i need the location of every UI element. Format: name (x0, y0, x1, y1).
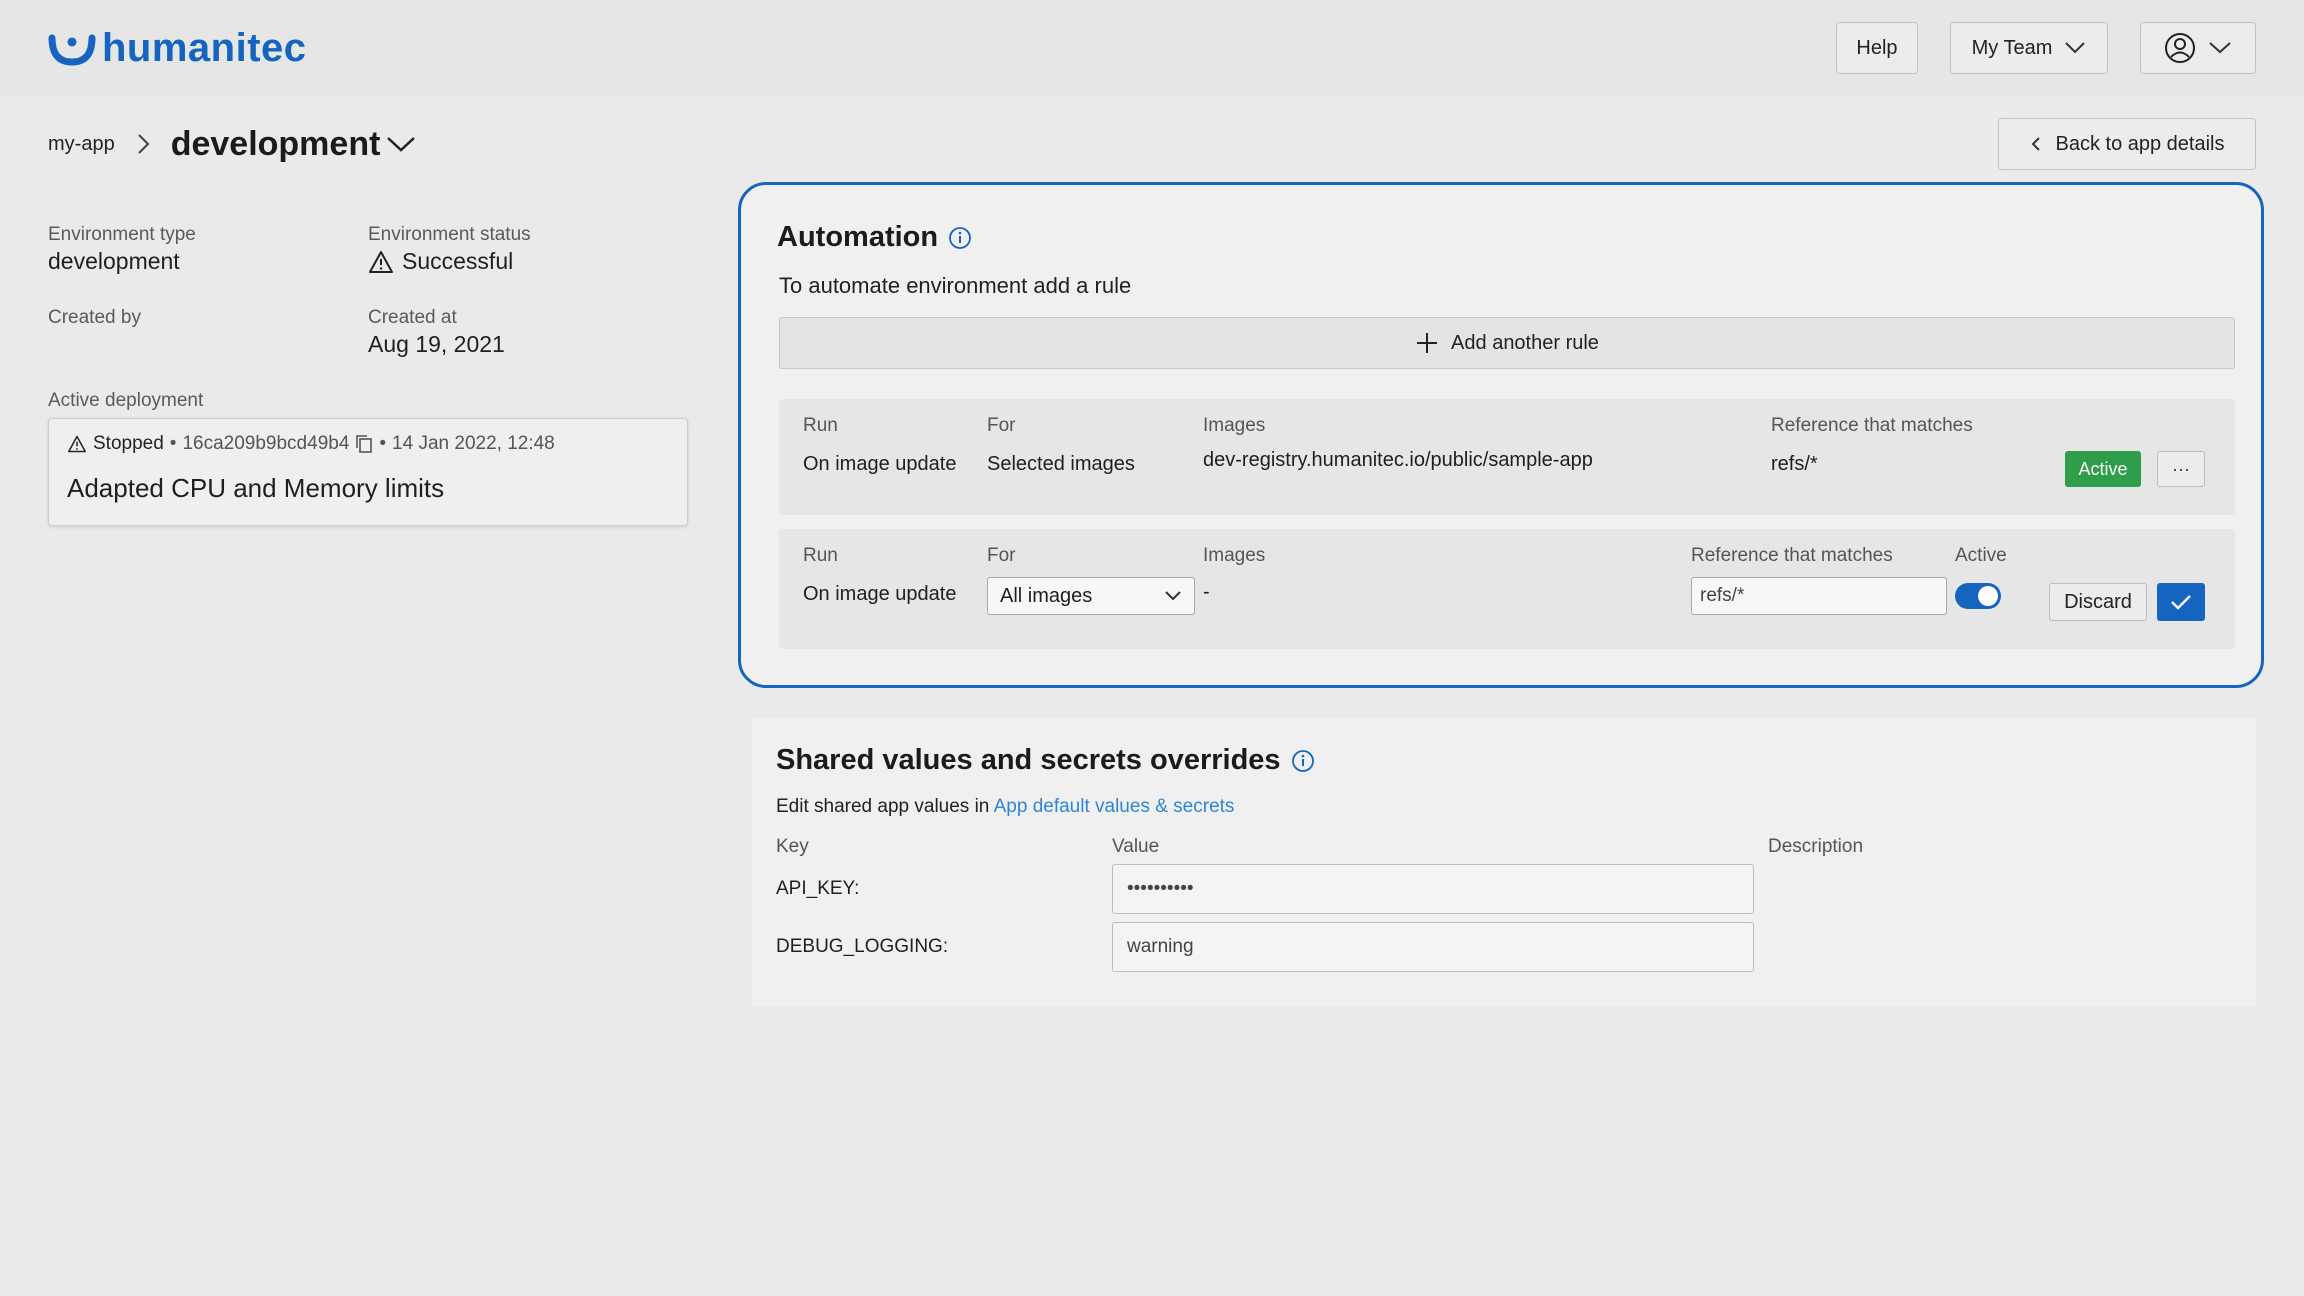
shared-value-input[interactable] (1112, 922, 1754, 972)
for-label: For (987, 415, 1016, 436)
images-label: Images (1203, 545, 1266, 566)
chevron-right-icon (137, 134, 150, 154)
logo[interactable]: humanitec (48, 26, 307, 71)
user-avatar-icon (2165, 33, 2195, 63)
copy-icon[interactable] (355, 434, 373, 454)
automation-rule-1: Run On image update For Selected images … (779, 399, 2235, 515)
back-to-app-details-button[interactable]: Back to app details (1998, 118, 2256, 170)
team-label: My Team (1971, 36, 2053, 59)
add-rule-label: Add another rule (1451, 331, 1599, 354)
environment-switcher[interactable]: development (171, 125, 417, 164)
shared-value-input[interactable] (1112, 864, 1754, 914)
environment-type-text: development (48, 248, 180, 274)
environment-status-label: Environment status (368, 224, 531, 245)
breadcrumb: my-app development (48, 120, 416, 168)
chevron-down-icon (2209, 42, 2231, 54)
automation-subtitle: To automate environment add a rule (779, 273, 1132, 298)
reference-value: refs/* (1771, 453, 1818, 475)
user-menu[interactable] (2140, 22, 2256, 74)
deployment-meta: Stopped • 16ca209b9bcd49b4 • 14 Jan 2022… (67, 433, 669, 455)
chevron-down-icon (1165, 591, 1181, 601)
images-label: Images (1203, 415, 1266, 436)
help-button[interactable]: Help (1836, 22, 1918, 74)
description-column-header: Description (1768, 836, 1864, 857)
run-value: On image update (803, 453, 957, 475)
for-value: Selected images (987, 453, 1135, 475)
created-at-text: Aug 19, 2021 (368, 331, 505, 357)
status-badge-text: Active (2078, 458, 2128, 479)
active-toggle[interactable] (1955, 583, 2001, 609)
humanitec-logo-icon (48, 34, 96, 66)
reference-label: Reference that matches (1691, 545, 1893, 566)
help-label: Help (1856, 36, 1898, 59)
separator-dot: • (169, 433, 177, 454)
toggle-knob (1978, 586, 1998, 606)
status-badge: Active (2065, 451, 2141, 487)
for-select-value: All images (1000, 584, 1093, 607)
app-defaults-link[interactable]: App default values & secrets (994, 796, 1235, 817)
deployment-status: Stopped (93, 433, 164, 454)
automation-panel: Automation To automate environment add a… (738, 182, 2264, 688)
shared-values-title: Shared values and secrets overrides (776, 744, 1315, 777)
back-label: Back to app details (2055, 132, 2225, 155)
chevron-down-icon (2065, 42, 2086, 54)
checkmark-icon (2171, 595, 2191, 610)
brand-name: humanitec (102, 25, 307, 70)
images-value: - (1203, 581, 1210, 603)
active-label: Active (1955, 545, 2007, 566)
environment-type-label: Environment type (48, 224, 196, 245)
for-label: For (987, 545, 1016, 566)
team-dropdown[interactable]: My Team (1950, 22, 2108, 74)
shared-values-hint-text: Edit shared app values in (776, 796, 990, 817)
created-at-label: Created at (368, 307, 457, 328)
run-value: On image update (803, 583, 957, 605)
chevron-down-icon (387, 137, 416, 152)
deployment-hash: 16ca209b9bcd49b4 (182, 433, 350, 454)
breadcrumb-app-link[interactable]: my-app (48, 133, 115, 156)
automation-title-text: Automation (777, 221, 939, 253)
images-value: dev-registry.humanitec.io/public/sample-… (1203, 449, 1593, 471)
environment-type-value: development (48, 248, 180, 275)
automation-title: Automation (777, 221, 972, 254)
created-by-label: Created by (48, 307, 141, 328)
environment-name: development (170, 124, 381, 163)
reference-input[interactable] (1691, 577, 1947, 615)
deployment-title: Adapted CPU and Memory limits (67, 473, 445, 503)
chevron-left-icon (2031, 137, 2040, 151)
add-rule-button[interactable]: Add another rule (779, 317, 2235, 369)
discard-label: Discard (2064, 590, 2132, 613)
value-column-header: Value (1112, 836, 1160, 857)
deployment-date: 14 Jan 2022, 12:48 (392, 433, 555, 454)
discard-button[interactable]: Discard (2049, 583, 2147, 621)
more-options-button[interactable]: ··· (2157, 451, 2205, 487)
plus-icon (1417, 333, 1438, 353)
automation-rule-2-editor: Run On image update For All images Image… (779, 529, 2235, 649)
active-deployment-card[interactable]: Stopped • 16ca209b9bcd49b4 • 14 Jan 2022… (48, 418, 688, 526)
more-icon: ··· (2172, 458, 2190, 479)
warning-icon (369, 250, 393, 273)
shared-key: DEBUG_LOGGING: (776, 936, 949, 957)
shared-values-title-text: Shared values and secrets overrides (776, 744, 1281, 776)
separator-dot: • (379, 433, 387, 454)
confirm-button[interactable] (2157, 583, 2205, 621)
for-select[interactable]: All images (987, 577, 1195, 615)
environment-status-text: Successful (402, 248, 514, 274)
run-label: Run (803, 415, 838, 436)
run-label: Run (803, 545, 838, 566)
info-icon[interactable] (1291, 749, 1315, 773)
active-deployment-label: Active deployment (48, 390, 204, 411)
reference-label: Reference that matches (1771, 415, 1973, 436)
warning-icon (68, 435, 86, 453)
shared-values-hint: Edit shared app values in App default va… (776, 796, 1234, 818)
top-bar: humanitec Help My Team (0, 0, 2304, 96)
info-icon[interactable] (948, 226, 972, 250)
key-column-header: Key (776, 836, 809, 857)
shared-key: API_KEY: (776, 878, 860, 899)
created-at-value: Aug 19, 2021 (368, 331, 505, 358)
shared-values-panel: Shared values and secrets overrides Edit… (752, 718, 2256, 1006)
environment-status-value: Successful (368, 248, 513, 275)
